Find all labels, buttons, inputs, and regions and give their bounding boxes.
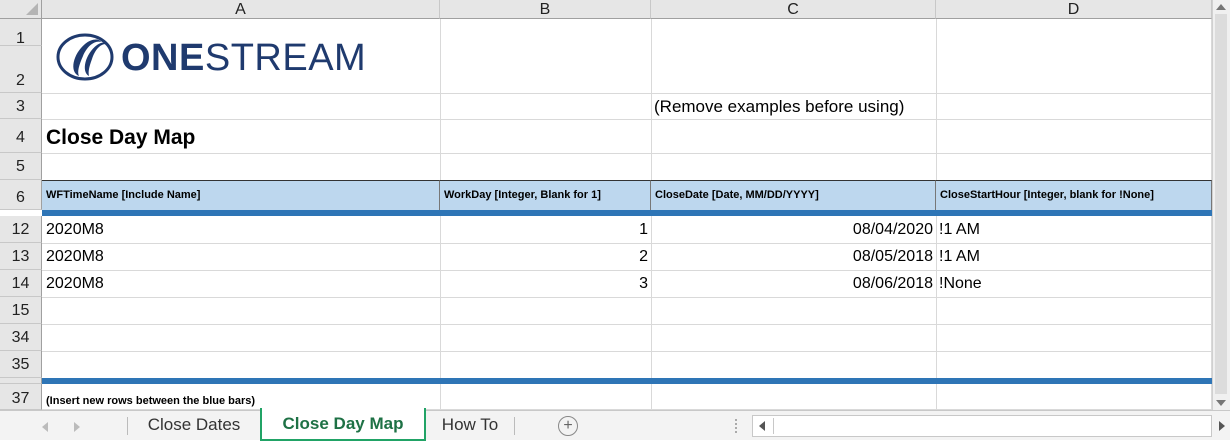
header-wftimename[interactable]: WFTimeName [Include Name] — [42, 180, 440, 210]
sheet-tab-close-day-map[interactable]: Close Day Map — [260, 408, 426, 441]
cell-closedate[interactable]: 08/06/2018 — [651, 270, 936, 297]
row-header-35[interactable]: 35 — [0, 351, 42, 378]
column-header-a[interactable]: A — [42, 0, 440, 19]
scroll-divider — [773, 418, 774, 434]
row-gridline — [42, 93, 1212, 94]
column-header-b[interactable]: B — [440, 0, 651, 19]
column-header-c[interactable]: C — [651, 0, 936, 19]
cell-wftimename[interactable]: 2020M8 — [46, 216, 440, 243]
row-gridline — [42, 324, 1212, 325]
sheet-tab-bar: Close Dates Close Day Map How To + — [0, 408, 1230, 441]
onestream-wordmark: ONESTREAM — [121, 37, 367, 79]
row-header-37[interactable]: 37 — [0, 384, 42, 410]
row-gridline — [42, 297, 1212, 298]
vertical-scrollbar[interactable] — [1212, 0, 1230, 410]
footer-note: (Insert new rows between the blue bars) — [46, 395, 256, 407]
scroll-right-icon[interactable] — [1219, 421, 1225, 431]
row-header-3[interactable]: 3 — [0, 93, 42, 119]
cell-workday[interactable]: 2 — [440, 243, 651, 270]
row-header-2[interactable]: 2 — [0, 46, 42, 93]
spreadsheet-grid[interactable]: A B C D 1 2 3 4 5 6 12 13 14 15 34 35 37… — [0, 0, 1212, 410]
sheet-tab-close-dates[interactable]: Close Dates — [128, 411, 260, 441]
tab-scroll-left-icon[interactable] — [42, 422, 48, 432]
scroll-right-area[interactable] — [1214, 415, 1230, 437]
vertical-scroll-thumb[interactable] — [1215, 14, 1227, 394]
cell-closestarthour[interactable]: !1 AM — [939, 243, 1212, 270]
tab-scroll-right-icon[interactable] — [74, 422, 80, 432]
row-header-4[interactable]: 4 — [0, 119, 42, 153]
cell-wftimename[interactable]: 2020M8 — [46, 243, 440, 270]
row-header-12[interactable]: 12 — [0, 216, 42, 243]
header-workday[interactable]: WorkDay [Integer, Blank for 1] — [440, 180, 651, 210]
cell-closedate[interactable]: 08/05/2018 — [651, 243, 936, 270]
row-header-1[interactable]: 1 — [0, 19, 42, 47]
onestream-logo-icon — [56, 33, 114, 81]
horizontal-scrollbar[interactable] — [752, 415, 1212, 437]
sheet-tab-how-to[interactable]: How To — [426, 411, 514, 441]
row-header-14[interactable]: 14 — [0, 270, 42, 297]
header-closedate[interactable]: CloseDate [Date, MM/DD/YYYY] — [651, 180, 936, 210]
page-title: Close Day Map — [46, 126, 196, 149]
scroll-up-icon[interactable] — [1216, 4, 1226, 10]
header-closestarthour[interactable]: CloseStartHour [Integer, blank for !None… — [936, 180, 1212, 210]
cell-wftimename[interactable]: 2020M8 — [46, 270, 440, 297]
cell-closedate[interactable]: 08/04/2020 — [651, 216, 936, 243]
cell-workday[interactable]: 3 — [440, 270, 651, 297]
add-sheet-button[interactable]: + — [558, 416, 578, 436]
row-gridline — [42, 153, 1212, 154]
cell-workday[interactable]: 1 — [440, 216, 651, 243]
column-header-d[interactable]: D — [936, 0, 1212, 19]
row-header-13[interactable]: 13 — [0, 243, 42, 270]
remove-examples-note: (Remove examples before using) — [654, 97, 905, 116]
row-header-5[interactable]: 5 — [0, 153, 42, 180]
cell-closestarthour[interactable]: !1 AM — [939, 216, 1212, 243]
row-header-15[interactable]: 15 — [0, 297, 42, 324]
row-header-6[interactable]: 6 — [0, 180, 42, 210]
row-header-34[interactable]: 34 — [0, 324, 42, 351]
scroll-down-icon[interactable] — [1216, 400, 1226, 406]
tab-separator — [514, 417, 515, 435]
row-gridline — [42, 351, 1212, 352]
cell-closestarthour[interactable]: !None — [939, 270, 1212, 297]
onestream-logo: ONESTREAM — [55, 32, 366, 81]
column-gridline — [440, 19, 441, 93]
select-all-corner[interactable] — [0, 0, 42, 19]
scroll-left-icon[interactable] — [759, 421, 765, 431]
split-handle[interactable] — [735, 419, 739, 433]
